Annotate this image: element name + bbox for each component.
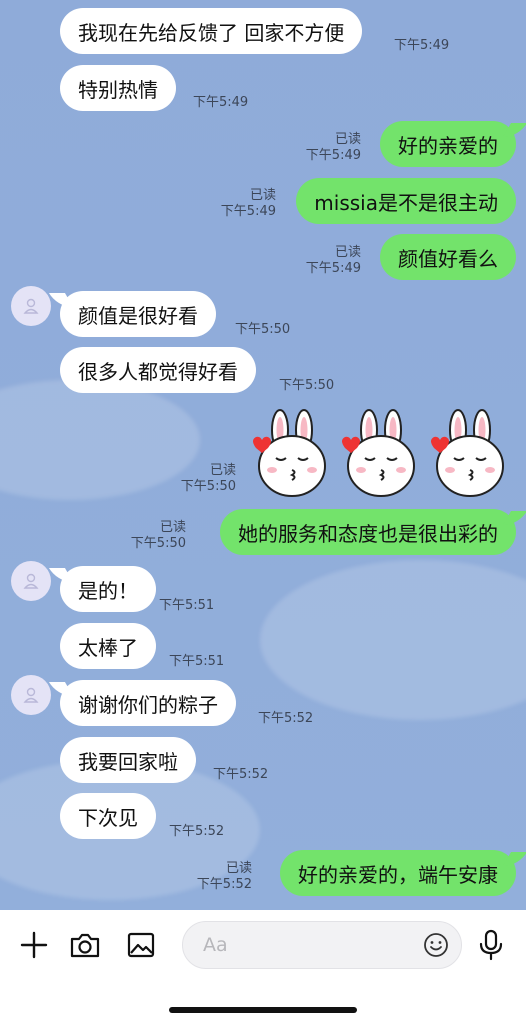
message-bubble[interactable]: 谢谢你们的粽子: [60, 680, 236, 726]
message-time: 下午5:52: [196, 877, 252, 892]
message-text: 谢谢你们的粽子: [78, 692, 218, 717]
message-time: 下午5:52: [213, 767, 269, 782]
add-button[interactable]: [14, 925, 54, 965]
message-bubble[interactable]: 是的！: [60, 566, 156, 612]
message-bubble[interactable]: 特别热情: [60, 65, 176, 111]
camera-icon: [70, 933, 100, 958]
message-time: 下午5:51: [169, 654, 225, 669]
message-bubble[interactable]: 很多人都觉得好看: [60, 347, 256, 393]
microphone-icon: [479, 929, 503, 961]
message-text: 下次见: [78, 805, 138, 830]
message-bubble[interactable]: 好的亲爱的: [380, 121, 516, 167]
avatar[interactable]: [11, 675, 51, 715]
gallery-button[interactable]: [121, 925, 161, 965]
bunny-sticker: [253, 409, 326, 497]
message-bubble[interactable]: 颜值是很好看: [60, 291, 216, 337]
sticker-message[interactable]: [246, 408, 516, 500]
voice-button[interactable]: [471, 925, 511, 965]
message-time: 下午5:51: [159, 598, 215, 613]
avatar[interactable]: [11, 561, 51, 601]
plus-icon: [20, 931, 48, 959]
smiley-icon[interactable]: [423, 932, 449, 958]
message-time: 下午5:50: [130, 536, 186, 551]
message-text: 是的！: [78, 578, 138, 603]
message-time: 下午5:49: [394, 38, 450, 53]
message-text: 太棒了: [78, 635, 138, 660]
message-text: 颜值是很好看: [78, 303, 198, 328]
message-input-placeholder: Aa: [203, 934, 228, 956]
message-bubble[interactable]: 好的亲爱的，端午安康: [280, 850, 516, 896]
message-time: 下午5:50: [279, 378, 335, 393]
avatar[interactable]: [11, 286, 51, 326]
person-icon: [23, 298, 39, 314]
message-meta: 已读 下午5:50: [131, 520, 186, 552]
message-meta: 已读 下午5:49: [221, 188, 276, 220]
message-meta: 已读 下午5:52: [197, 861, 252, 893]
message-time: 下午5:52: [169, 824, 225, 839]
message-bubble[interactable]: 我现在先给反馈了 回家不方便: [60, 8, 363, 54]
chat-area[interactable]: 我现在先给反馈了 回家不方便 下午5:49 特别热情 下午5:49 已读 下午5…: [0, 0, 526, 910]
message-bubble[interactable]: 我要回家啦: [60, 737, 196, 783]
message-meta: 已读 下午5:49: [306, 132, 361, 164]
bunny-sticker: [431, 409, 504, 497]
message-time: 下午5:52: [258, 711, 314, 726]
message-time: 下午5:49: [220, 204, 276, 219]
message-text: 我现在先给反馈了 回家不方便: [78, 20, 345, 45]
message-text: 特别热情: [78, 77, 158, 102]
read-receipt: 已读: [225, 861, 252, 876]
message-text: 很多人都觉得好看: [78, 359, 238, 384]
read-receipt: 已读: [159, 520, 186, 535]
person-icon: [23, 573, 39, 589]
message-time: 下午5:49: [193, 95, 249, 110]
message-text: 她的服务和态度也是很出彩的: [238, 521, 498, 546]
message-bubble[interactable]: 太棒了: [60, 623, 156, 669]
home-indicator[interactable]: [169, 1007, 357, 1013]
message-bubble[interactable]: 下次见: [60, 793, 156, 839]
message-time: 下午5:49: [305, 148, 361, 163]
message-time: 下午5:50: [235, 322, 291, 337]
message-bubble[interactable]: missia是不是很主动: [296, 178, 516, 224]
message-meta: 已读 下午5:49: [306, 245, 361, 277]
message-text: 我要回家啦: [78, 749, 178, 774]
read-receipt: 已读: [249, 188, 276, 203]
message-meta: 已读 下午5:50: [181, 463, 236, 495]
image-icon: [127, 932, 155, 958]
person-icon: [23, 687, 39, 703]
message-time: 下午5:50: [180, 479, 236, 494]
message-text: missia是不是很主动: [314, 190, 498, 215]
message-time: 下午5:49: [305, 261, 361, 276]
message-bubble[interactable]: 颜值好看么: [380, 234, 516, 280]
message-text: 好的亲爱的，端午安康: [298, 862, 498, 887]
read-receipt: 已读: [334, 245, 361, 260]
message-input[interactable]: Aa: [182, 921, 462, 969]
camera-button[interactable]: [65, 925, 105, 965]
message-bubble[interactable]: 她的服务和态度也是很出彩的: [220, 509, 516, 555]
message-text: 颜值好看么: [398, 246, 498, 271]
bunny-sticker: [342, 409, 415, 497]
message-text: 好的亲爱的: [398, 133, 498, 158]
read-receipt: 已读: [334, 132, 361, 147]
read-receipt: 已读: [209, 463, 236, 478]
